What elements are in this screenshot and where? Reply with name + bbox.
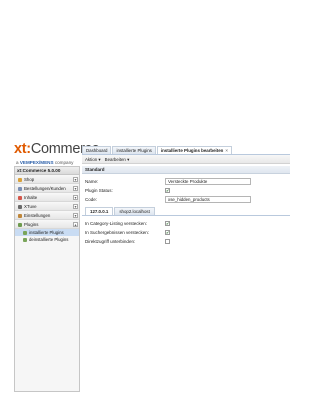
- sidebar-item-xtuve[interactable]: XTuve ▾: [15, 202, 79, 211]
- logo-sub-prefix: a: [16, 160, 19, 165]
- store-options-form: In Category-Listing verstecken: ✔ In Suc…: [82, 216, 290, 246]
- hide-category-checkbox[interactable]: ✔: [165, 221, 170, 226]
- logo-sub-brand: VEMPEX/MENS: [19, 160, 54, 165]
- status-label: Plugin Status:: [85, 188, 113, 193]
- action-menu-button[interactable]: Aktion ▾: [85, 157, 101, 162]
- section-title-standard: Standard: [82, 166, 290, 174]
- tab-bar: Dashboard installierte Plugins installie…: [82, 146, 290, 155]
- tab-label: Dashboard: [86, 148, 108, 153]
- chevron-down-icon[interactable]: ▾: [73, 195, 78, 200]
- sidebar-subitem-label: deinstallierte Plugins: [29, 237, 69, 242]
- chevron-down-icon[interactable]: ▾: [73, 186, 78, 191]
- sidebar-item-label: Einstellungen: [24, 213, 51, 218]
- plugin-icon: [23, 237, 27, 242]
- sidebar-subitem-uninstalled-plugins[interactable]: deinstallierte Plugins: [15, 236, 79, 243]
- tab-installed-plugins[interactable]: installierte Plugins: [112, 146, 156, 154]
- sidebar-item-label: Plugins: [24, 222, 39, 227]
- plugin-icon: [23, 230, 27, 235]
- tab-edit-installed-plugins[interactable]: installierte Plugins bearbeiten ×: [156, 146, 232, 154]
- sidebar-item-label: Inhalte: [24, 195, 38, 200]
- tab-label: installierte Plugins bearbeiten: [160, 148, 224, 153]
- sidebar-subitem-label: installierte Plugins: [29, 230, 64, 235]
- chevron-up-icon[interactable]: ▴: [73, 222, 78, 227]
- logo-sub-suffix: company: [54, 160, 74, 165]
- block-direct-access-checkbox[interactable]: [165, 239, 170, 244]
- orders-icon: [18, 186, 22, 191]
- hide-search-label: In Suchergebnissen verstecken:: [85, 230, 150, 235]
- store-tab-bar: 127.0.0.1 shop2.localhost: [82, 207, 290, 216]
- form-row-block-direct: Direktzugriff unterbinden:: [85, 237, 287, 246]
- sidebar-item-orders[interactable]: Bestellungen/Kunden ▾: [15, 184, 79, 193]
- sidebar-item-label: Shop: [24, 177, 35, 182]
- form-row-status: Plugin Status: ✔: [85, 186, 287, 195]
- code-field[interactable]: xse_hidden_products: [165, 196, 251, 203]
- video-icon: [18, 204, 22, 209]
- sidebar-item-content[interactable]: Inhalte ▾: [15, 193, 79, 202]
- plugin-status-checkbox[interactable]: ✔: [165, 188, 170, 193]
- sidebar-item-label: Bestellungen/Kunden: [24, 186, 66, 191]
- sidebar-item-label: XTuve: [24, 204, 37, 209]
- content-icon: [18, 195, 22, 200]
- name-field[interactable]: Versteckte Produkte: [165, 178, 251, 185]
- tab-store-shop2[interactable]: shop2.localhost: [114, 207, 155, 215]
- sidebar-title: xt:Commerce 5.0.00: [15, 167, 79, 175]
- block-direct-access-label: Direktzugriff unterbinden:: [85, 239, 136, 244]
- plugin-form: Name: Versteckte Produkte Plugin Status:…: [82, 174, 290, 204]
- sidebar-item-settings[interactable]: Einstellungen ▾: [15, 211, 79, 220]
- chevron-down-icon[interactable]: ▾: [73, 204, 78, 209]
- tab-label: installierte Plugins: [116, 148, 152, 153]
- name-label: Name:: [85, 179, 99, 184]
- logo-xt: xt: [14, 141, 27, 157]
- chevron-down-icon[interactable]: ▾: [73, 177, 78, 182]
- logo-tagline: a VEMPEX/MENS company: [14, 160, 82, 165]
- toolbar: Aktion ▾ Bearbeiten ▾: [82, 155, 290, 164]
- hide-category-label: In Category-Listing verstecken:: [85, 221, 148, 226]
- plugin-icon: [18, 222, 22, 227]
- sidebar-item-shop[interactable]: Shop ▾: [15, 175, 79, 184]
- hide-search-checkbox[interactable]: ✔: [165, 230, 170, 235]
- edit-menu-button[interactable]: Bearbeiten ▾: [105, 157, 130, 162]
- settings-icon: [18, 213, 22, 218]
- sidebar-subitem-installed-plugins[interactable]: installierte Plugins: [15, 229, 79, 236]
- form-row-hide-search: In Suchergebnissen verstecken: ✔: [85, 228, 287, 237]
- close-icon[interactable]: ×: [225, 148, 228, 153]
- tab-dashboard[interactable]: Dashboard: [82, 146, 112, 154]
- form-row-hide-category: In Category-Listing verstecken: ✔: [85, 219, 287, 228]
- sidebar-item-plugins[interactable]: Plugins ▴: [15, 220, 79, 229]
- shop-icon: [18, 177, 22, 182]
- form-row-name: Name: Versteckte Produkte: [85, 177, 287, 186]
- chevron-down-icon[interactable]: ▾: [73, 213, 78, 218]
- tab-store-localhost[interactable]: 127.0.0.1: [85, 207, 114, 215]
- main-panel: Dashboard installierte Plugins installie…: [82, 146, 290, 392]
- code-label: Code:: [85, 197, 98, 202]
- form-row-code: Code: xse_hidden_products: [85, 195, 287, 204]
- logo-wordmark: xt:Commerce: [14, 141, 100, 157]
- sidebar: xt:Commerce 5.0.00 Shop ▾ Bestellungen/Ku…: [14, 166, 80, 392]
